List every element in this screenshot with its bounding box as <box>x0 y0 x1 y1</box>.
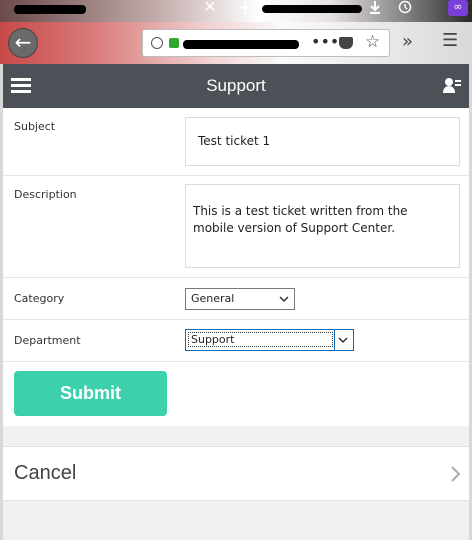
user-icon[interactable] <box>443 77 461 93</box>
url-bar[interactable]: ••• ☆ <box>142 29 390 57</box>
chevron-down-icon <box>279 296 289 303</box>
lock-icon <box>169 38 179 48</box>
chevron-down-icon <box>338 337 348 344</box>
category-select[interactable]: General <box>185 288 295 310</box>
category-label: Category <box>14 292 65 305</box>
more-icon[interactable]: ••• <box>311 32 339 51</box>
redacted-url <box>183 40 299 49</box>
ticket-form: Subject Test ticket 1 Description This i… <box>3 108 469 426</box>
redacted-tab-title <box>14 5 86 14</box>
overflow-icon[interactable]: » <box>402 31 413 52</box>
download-icon[interactable] <box>366 0 384 16</box>
department-select[interactable]: Support <box>185 329 354 351</box>
cancel-row[interactable]: Cancel <box>3 446 469 501</box>
pocket-icon[interactable] <box>339 37 353 49</box>
select-divider <box>334 330 335 350</box>
cancel-label: Cancel <box>14 462 77 484</box>
browser-tab-strip: ✕ + ∞ <box>0 0 472 22</box>
category-row: Category General <box>3 278 469 320</box>
description-row: Description This is a test ticket writte… <box>3 176 469 278</box>
submit-button[interactable]: Submit <box>14 371 167 416</box>
chevron-right-icon <box>451 466 461 482</box>
description-label: Description <box>14 188 77 201</box>
category-value: General <box>191 292 235 305</box>
redacted-tab-title-2 <box>262 5 362 13</box>
subject-label: Subject <box>14 120 56 133</box>
subject-input[interactable]: Test ticket 1 <box>185 117 460 166</box>
private-mask-icon[interactable]: ∞ <box>448 0 468 16</box>
clock-icon[interactable] <box>396 0 414 16</box>
department-value: Support <box>188 332 333 347</box>
browser-nav-bar: ← ••• ☆ » ☰ <box>0 22 472 64</box>
back-button[interactable]: ← <box>8 28 38 58</box>
close-tab-icon[interactable]: ✕ <box>202 0 218 16</box>
app-header: Support <box>3 64 469 108</box>
info-icon[interactable] <box>151 37 163 49</box>
department-label: Department <box>14 334 81 347</box>
menu-icon[interactable]: ☰ <box>442 30 458 51</box>
star-icon[interactable]: ☆ <box>365 32 380 52</box>
subject-row: Subject Test ticket 1 <box>3 108 469 176</box>
new-tab-icon[interactable]: + <box>236 0 254 17</box>
page-title: Support <box>206 76 266 95</box>
description-textarea[interactable]: This is a test ticket written from the m… <box>185 184 460 268</box>
department-row: Department Support <box>3 320 469 362</box>
